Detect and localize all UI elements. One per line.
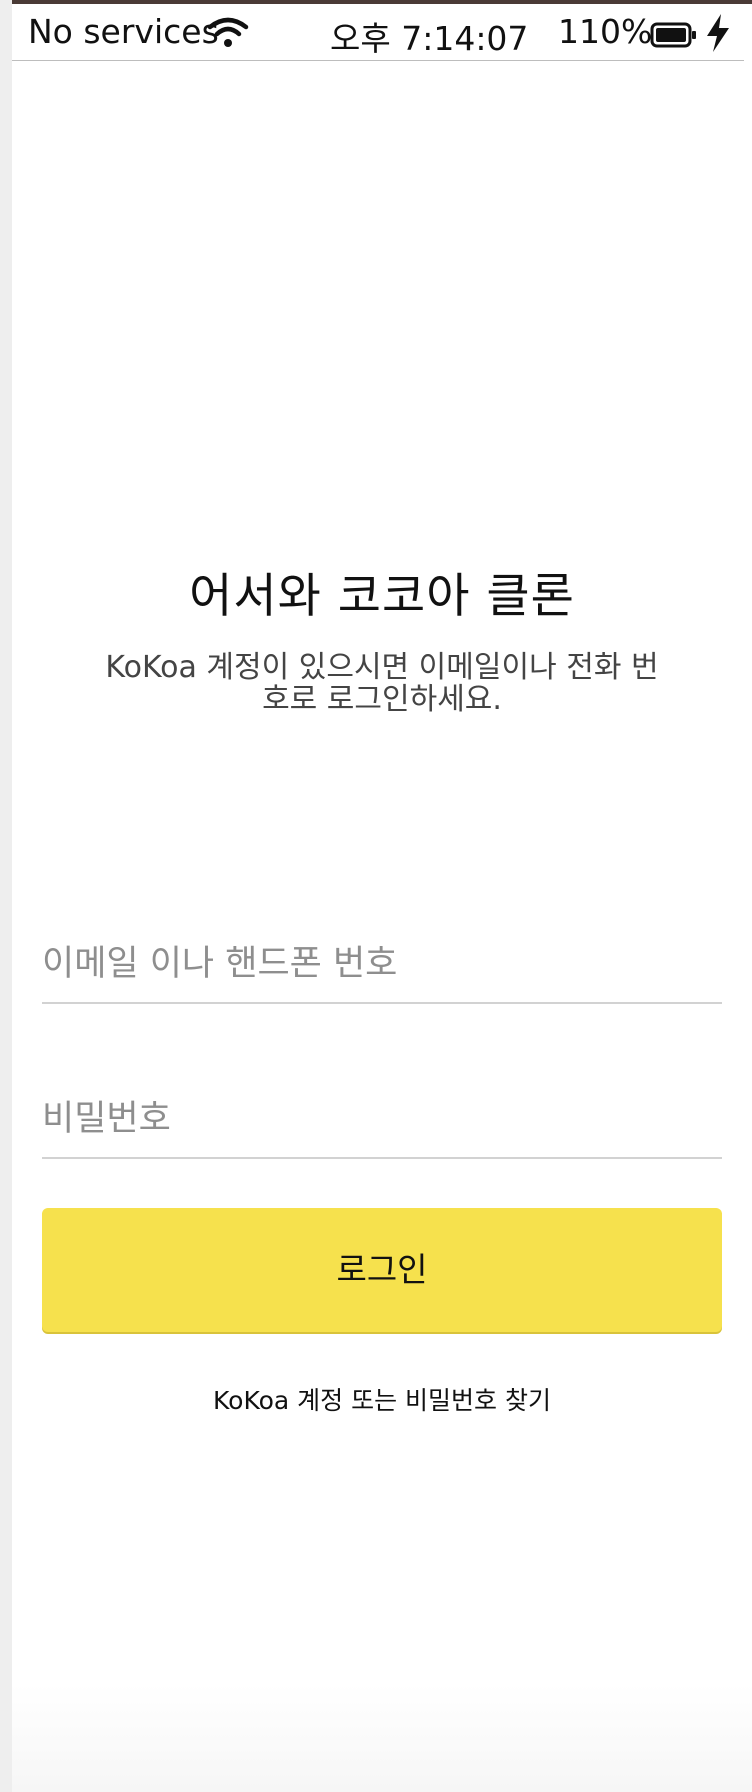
status-bar: No services 오후 7:14:07 110% (12, 4, 744, 61)
welcome-title: 어서와 코코아 클론 (189, 569, 575, 624)
wifi-icon (207, 16, 249, 50)
login-screen (12, 4, 752, 1792)
login-button[interactable]: 로그인 (42, 1208, 722, 1332)
carrier-label: No services (28, 12, 219, 51)
password-input[interactable] (42, 1087, 722, 1151)
find-account-link[interactable]: KoKoa 계정 또는 비밀번호 찾기 (12, 1381, 752, 1417)
email-input[interactable] (42, 932, 722, 996)
password-field-container (42, 1087, 722, 1159)
email-field-container (42, 932, 722, 1004)
welcome-subtitle: KoKoa 계정이 있으시면 이메일이나 전화 번호로 로그인하세요. (105, 650, 659, 717)
battery-percent: 110% (558, 12, 653, 51)
charging-bolt-icon (704, 13, 732, 53)
status-time: 오후 7:14:07 (330, 19, 529, 58)
battery-icon (650, 18, 698, 48)
window-left-edge (0, 0, 12, 1792)
